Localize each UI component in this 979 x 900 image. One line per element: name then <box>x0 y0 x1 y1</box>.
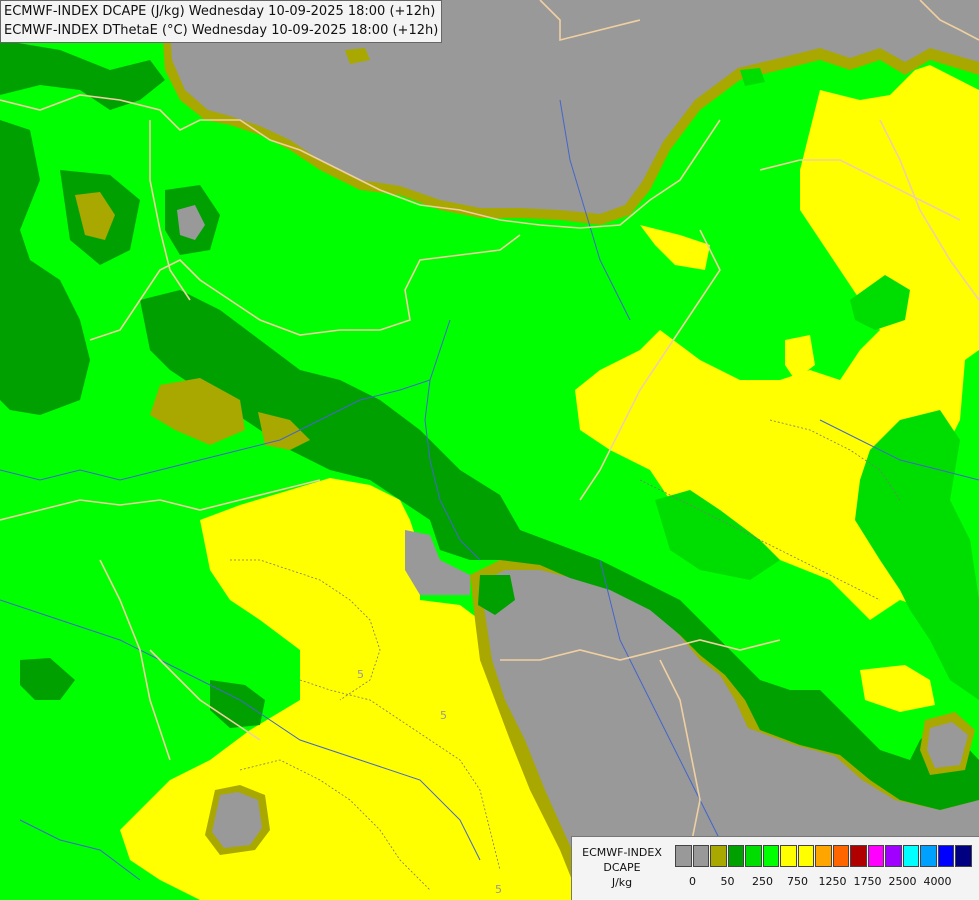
legend-tick-label: 50 <box>720 875 735 888</box>
legend-swatch <box>727 845 744 867</box>
legend-swatch <box>832 845 849 867</box>
title-line-dcape: ECMWF-INDEX DCAPE (J/kg) Wednesday 10-09… <box>4 4 436 19</box>
title-line-dthetae: ECMWF-INDEX DThetaE (°C) Wednesday 10-09… <box>4 23 439 38</box>
title-box: ECMWF-INDEX DCAPE (J/kg) Wednesday 10-09… <box>0 0 443 43</box>
dcape-map: 5 5 5 <box>0 0 979 900</box>
legend-swatch <box>885 845 902 867</box>
legend-swatch <box>902 845 919 867</box>
legend-swatch <box>745 845 762 867</box>
legend-tick-label: 4000 <box>923 875 952 888</box>
legend-swatch <box>780 845 797 867</box>
legend-unit: J/kg <box>611 876 633 889</box>
legend-swatch <box>955 845 972 867</box>
legend-swatch <box>937 845 954 867</box>
legend-color-bar <box>675 845 973 867</box>
legend-tick-label: 250 <box>752 875 773 888</box>
legend-swatch <box>850 845 867 867</box>
legend-tick-label: 1250 <box>818 875 847 888</box>
legend-model: ECMWF-INDEX <box>582 846 662 859</box>
legend: ECMWF-INDEX DCAPE J/kg 0 50 250 750 1250 1750… <box>571 836 979 900</box>
legend-tick-label: 750 <box>787 875 808 888</box>
legend-tick-label: 1750 <box>853 875 882 888</box>
legend-title: ECMWF-INDEX DCAPE J/kg <box>572 845 672 890</box>
legend-param: DCAPE <box>603 861 641 874</box>
legend-swatch <box>762 845 779 867</box>
legend-tick-label: 2500 <box>888 875 917 888</box>
legend-tick-label: 0 <box>689 875 696 888</box>
legend-ticks: 0 50 250 750 1250 1750 2500 4000 <box>675 875 975 889</box>
legend-swatch <box>920 845 937 867</box>
map-frame: 5 5 5 ECMWF-INDEX DCAPE (J/kg) Wednesday… <box>0 0 979 900</box>
legend-swatch <box>815 845 832 867</box>
legend-swatch <box>797 845 814 867</box>
contour-label: 5 <box>357 668 364 681</box>
contour-label: 5 <box>495 883 502 896</box>
legend-swatch <box>710 845 727 867</box>
legend-swatch <box>692 845 709 867</box>
legend-swatch <box>867 845 884 867</box>
legend-swatch <box>675 845 692 867</box>
contour-label: 5 <box>440 709 447 722</box>
